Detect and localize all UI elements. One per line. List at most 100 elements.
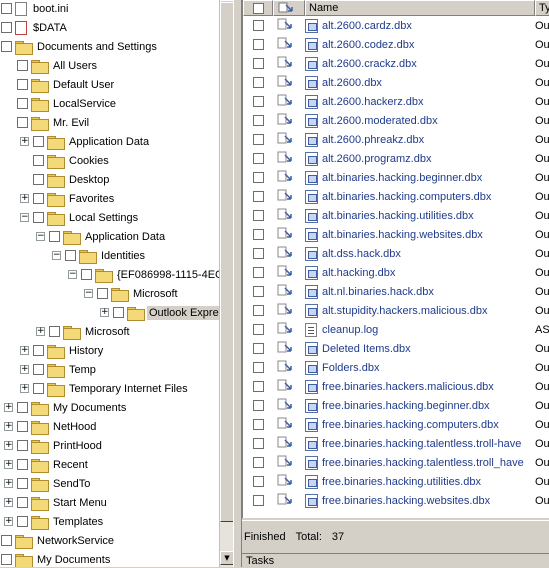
row-checkbox[interactable] xyxy=(253,115,264,126)
tree-checkbox[interactable] xyxy=(17,60,28,71)
row-checkbox[interactable] xyxy=(253,400,264,411)
list-item[interactable]: alt.hacking.dbx Ou xyxy=(243,263,549,282)
list-item[interactable]: Folders.dbx Ou xyxy=(243,358,549,377)
tree-checkbox[interactable] xyxy=(17,516,28,527)
scroll-down-button[interactable]: ▼ xyxy=(220,551,233,565)
list-item[interactable]: alt.2600.dbx Ou xyxy=(243,73,549,92)
tree-checkbox[interactable] xyxy=(81,269,92,280)
tree-item[interactable]: Desktop xyxy=(20,170,111,189)
tree-item[interactable]: + Favorites xyxy=(20,189,116,208)
header-name-column[interactable]: Name xyxy=(305,0,535,16)
tree-item[interactable]: + Temp xyxy=(20,360,98,379)
tasks-bar[interactable]: Tasks xyxy=(242,553,549,567)
tree-checkbox[interactable] xyxy=(1,22,12,33)
row-checkbox[interactable] xyxy=(253,248,264,259)
tree-checkbox[interactable] xyxy=(49,326,60,337)
list-item[interactable]: alt.2600.programz.dbx Ou xyxy=(243,149,549,168)
tree-checkbox[interactable] xyxy=(33,364,44,375)
tree-checkbox[interactable] xyxy=(33,155,44,166)
tree-checkbox[interactable] xyxy=(1,554,12,565)
tree-checkbox[interactable] xyxy=(17,497,28,508)
row-checkbox[interactable] xyxy=(253,419,264,430)
tree-item[interactable]: + PrintHood xyxy=(4,436,104,455)
row-checkbox[interactable] xyxy=(253,381,264,392)
row-checkbox[interactable] xyxy=(253,77,264,88)
tree-item[interactable]: Cookies xyxy=(20,151,111,170)
expand-icon[interactable]: + xyxy=(100,308,109,317)
header-status-column[interactable] xyxy=(273,0,305,16)
row-checkbox[interactable] xyxy=(253,191,264,202)
tree-item[interactable]: Default User xyxy=(4,75,116,94)
tree-vertical-scrollbar[interactable]: ▲ ▼ xyxy=(219,0,233,567)
tree-item[interactable]: + Application Data xyxy=(20,132,151,151)
row-checkbox[interactable] xyxy=(253,343,264,354)
tree-checkbox[interactable] xyxy=(33,383,44,394)
tree-item[interactable]: Mr. Evil xyxy=(4,113,91,132)
tree-checkbox[interactable] xyxy=(17,421,28,432)
collapse-icon[interactable]: − xyxy=(84,289,93,298)
row-checkbox[interactable] xyxy=(253,305,264,316)
tree-item[interactable]: +My Documents xyxy=(4,398,128,417)
tree-checkbox[interactable] xyxy=(17,459,28,470)
row-checkbox[interactable] xyxy=(253,210,264,221)
expand-icon[interactable]: + xyxy=(20,137,29,146)
tree-checkbox[interactable] xyxy=(97,288,108,299)
scroll-thumb[interactable] xyxy=(220,2,233,522)
list-item[interactable]: alt.binaries.hacking.websites.dbx Ou xyxy=(243,225,549,244)
tree-item[interactable]: + Microsoft xyxy=(36,322,132,341)
tree-item[interactable]: + Recent xyxy=(4,455,90,474)
tree-item[interactable]: − Identities xyxy=(52,246,147,265)
list-item[interactable]: free.binaries.hacking.websites.dbx Ou xyxy=(243,491,549,510)
tree-checkbox[interactable] xyxy=(17,79,28,90)
list-item[interactable]: alt.binaries.hacking.beginner.dbx Ou xyxy=(243,168,549,187)
row-checkbox[interactable] xyxy=(253,286,264,297)
tree-item[interactable]: + Templates xyxy=(4,512,105,531)
list-item[interactable]: free.binaries.hacking.computers.dbx Ou xyxy=(243,415,549,434)
tree-item[interactable]: + Start Menu xyxy=(4,493,109,512)
tree-item[interactable]: − Local Settings xyxy=(20,208,140,227)
list-item[interactable]: alt.2600.phreakz.dbx Ou xyxy=(243,130,549,149)
tree-checkbox[interactable] xyxy=(17,98,28,109)
row-checkbox[interactable] xyxy=(253,20,264,31)
tree-item[interactable]: +My Documents xyxy=(0,550,112,567)
pane-splitter[interactable] xyxy=(233,0,242,567)
list-item[interactable]: alt.binaries.hacking.computers.dbx Ou xyxy=(243,187,549,206)
tree-checkbox[interactable] xyxy=(33,136,44,147)
row-checkbox[interactable] xyxy=(253,438,264,449)
expand-icon[interactable]: + xyxy=(20,365,29,374)
row-checkbox[interactable] xyxy=(253,476,264,487)
row-checkbox[interactable] xyxy=(253,495,264,506)
collapse-icon[interactable]: − xyxy=(68,270,77,279)
row-checkbox[interactable] xyxy=(253,172,264,183)
row-checkbox[interactable] xyxy=(253,58,264,69)
expand-icon[interactable]: + xyxy=(4,517,13,526)
tree-checkbox[interactable] xyxy=(33,174,44,185)
tree-item[interactable]: $DATA xyxy=(0,18,69,37)
tree-item[interactable]: boot.ini xyxy=(0,0,70,18)
tree-checkbox[interactable] xyxy=(113,307,124,318)
row-checkbox[interactable] xyxy=(253,229,264,240)
row-checkbox[interactable] xyxy=(253,134,264,145)
list-item[interactable]: alt.2600.moderated.dbx Ou xyxy=(243,111,549,130)
row-checkbox[interactable] xyxy=(253,457,264,468)
select-all-checkbox[interactable] xyxy=(253,3,264,14)
list-item[interactable]: alt.nl.binaries.hack.dbx Ou xyxy=(243,282,549,301)
list-item[interactable]: alt.2600.codez.dbx Ou xyxy=(243,35,549,54)
expand-icon[interactable]: + xyxy=(4,441,13,450)
tree-checkbox[interactable] xyxy=(33,193,44,204)
collapse-icon[interactable]: − xyxy=(36,232,45,241)
list-item[interactable]: alt.2600.hackerz.dbx Ou xyxy=(243,92,549,111)
expand-icon[interactable]: + xyxy=(36,327,45,336)
row-checkbox[interactable] xyxy=(253,153,264,164)
tree-item[interactable]: − {EF086998-1115-4ECD-9E xyxy=(68,265,233,284)
tree-item[interactable]: Documents and Settings xyxy=(0,37,159,56)
list-item[interactable]: alt.binaries.hacking.utilities.dbx Ou xyxy=(243,206,549,225)
expand-icon[interactable]: + xyxy=(4,403,13,412)
tree-checkbox[interactable] xyxy=(1,41,12,52)
list-item[interactable]: alt.dss.hack.dbx Ou xyxy=(243,244,549,263)
collapse-icon[interactable]: − xyxy=(52,251,61,260)
expand-icon[interactable]: + xyxy=(4,479,13,488)
tree-checkbox[interactable] xyxy=(1,3,12,14)
row-checkbox[interactable] xyxy=(253,96,264,107)
tree-checkbox[interactable] xyxy=(17,117,28,128)
